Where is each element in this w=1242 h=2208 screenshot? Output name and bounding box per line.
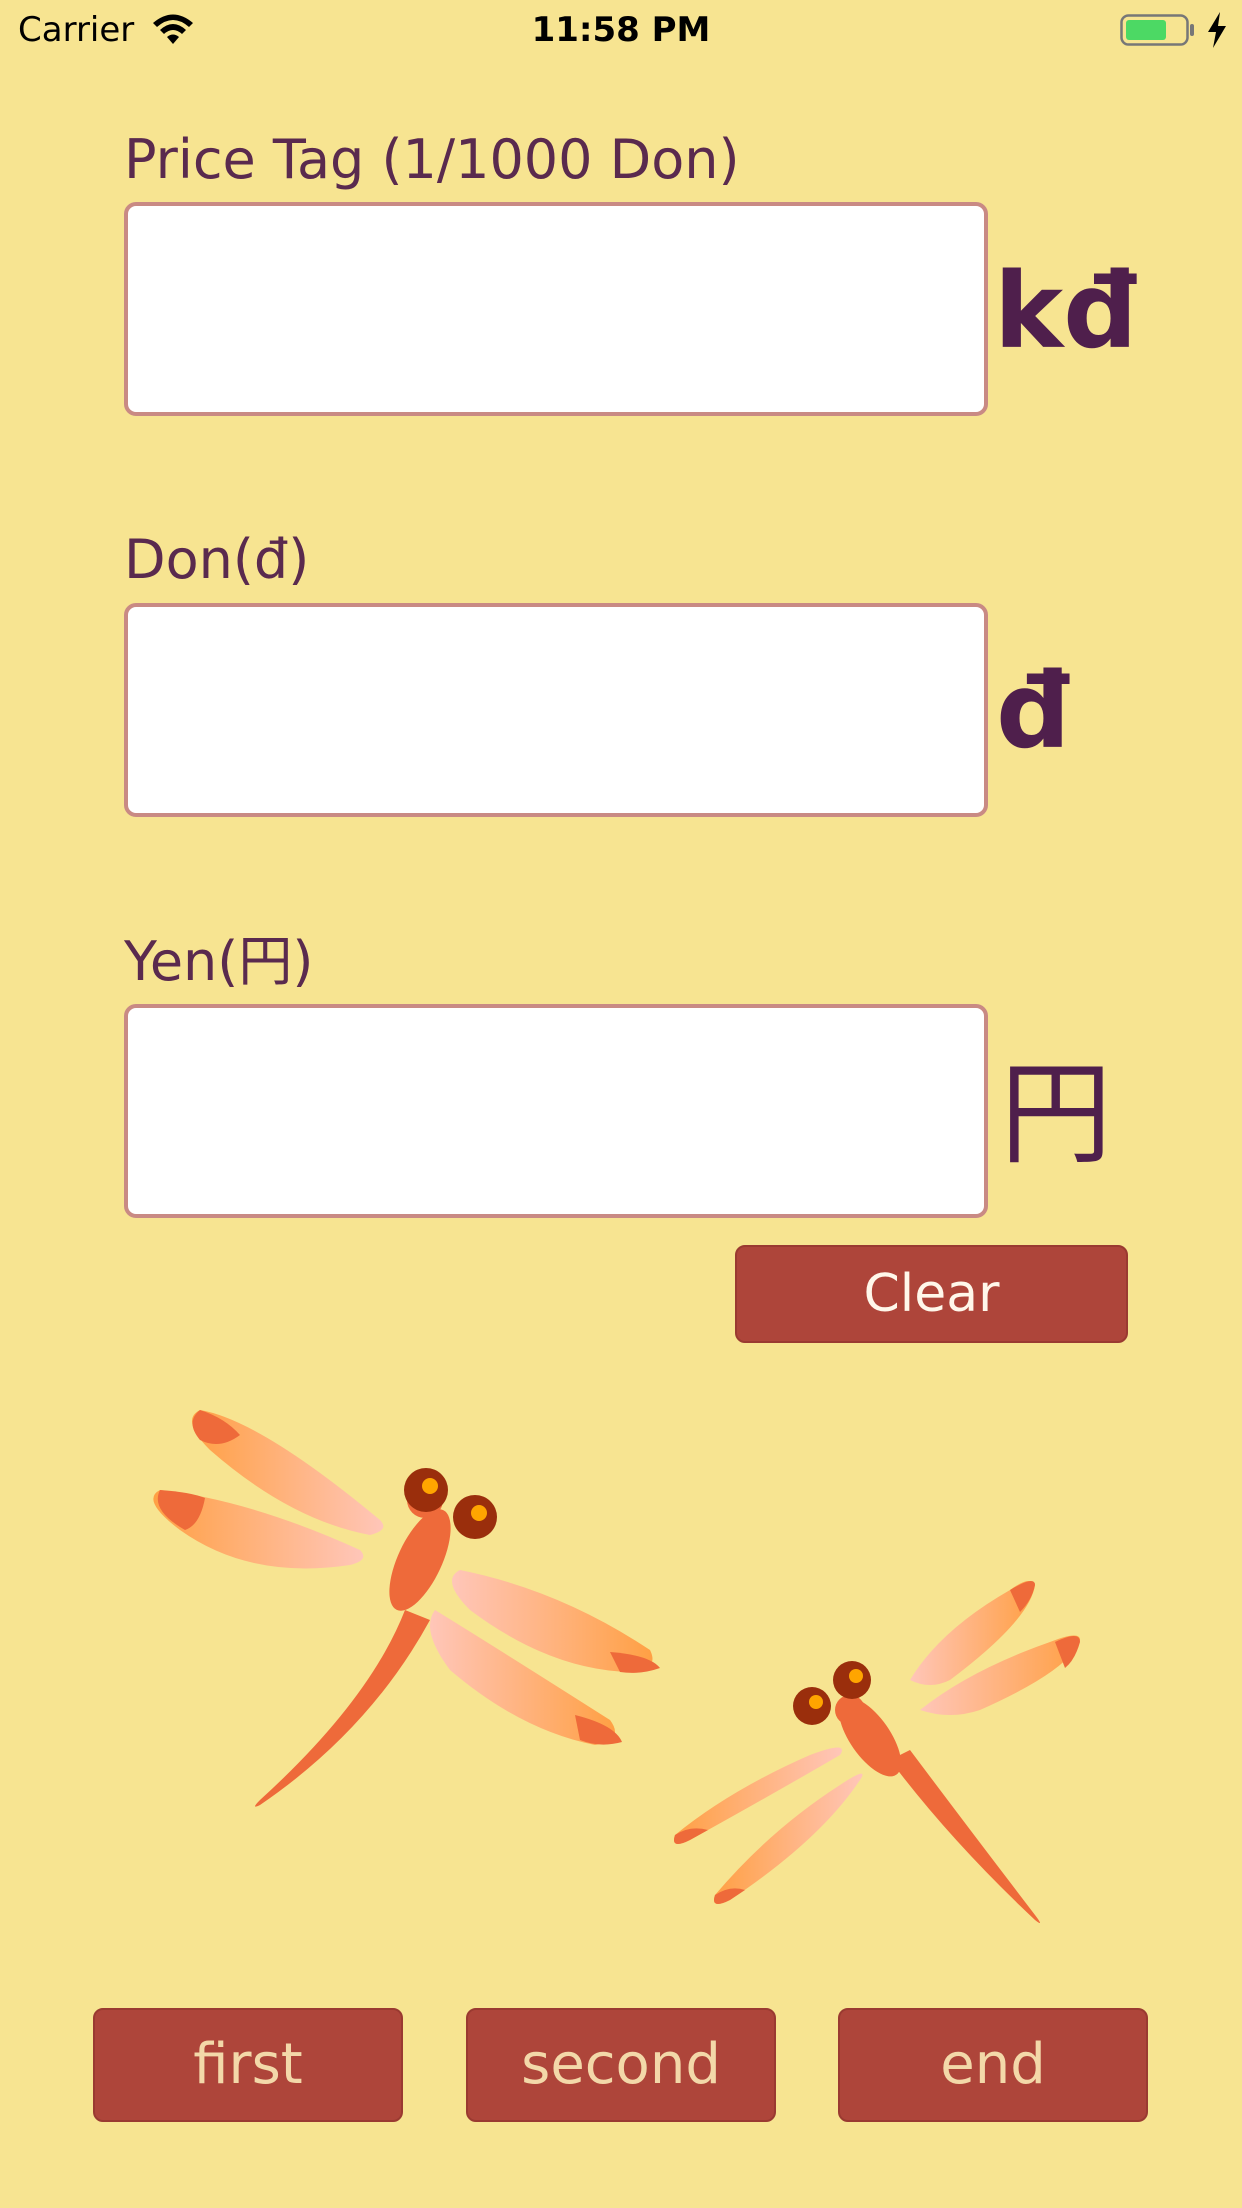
end-button[interactable]: end: [838, 2008, 1148, 2122]
yen-unit: 円: [1000, 1050, 1112, 1180]
charging-bolt-icon: [1208, 12, 1226, 48]
don-label: Don(đ): [124, 528, 310, 591]
dragonfly-large: [153, 1410, 660, 1807]
don-input[interactable]: [124, 603, 988, 817]
clear-button[interactable]: Clear: [735, 1245, 1128, 1343]
kilo-dong-unit: kđ: [994, 250, 1138, 372]
price-tag-input[interactable]: [124, 202, 988, 416]
dragonfly-icon: [153, 1410, 1080, 1924]
status-time: 11:58 PM: [531, 10, 711, 50]
status-bar: Carrier 11:58 PM: [0, 0, 1242, 60]
dragonfly-small: [674, 1581, 1080, 1924]
yen-label: Yen(円): [124, 930, 314, 993]
price-tag-label: Price Tag (1/1000 Don): [124, 128, 740, 191]
second-button[interactable]: second: [466, 2008, 776, 2122]
first-button[interactable]: first: [93, 2008, 403, 2122]
dong-unit: đ: [996, 650, 1071, 772]
yen-input[interactable]: [124, 1004, 988, 1218]
currency-converter-screen: Carrier 11:58 PM Price Tag (1/1000 Don) …: [0, 0, 1242, 2208]
battery-icon: [1120, 14, 1194, 46]
